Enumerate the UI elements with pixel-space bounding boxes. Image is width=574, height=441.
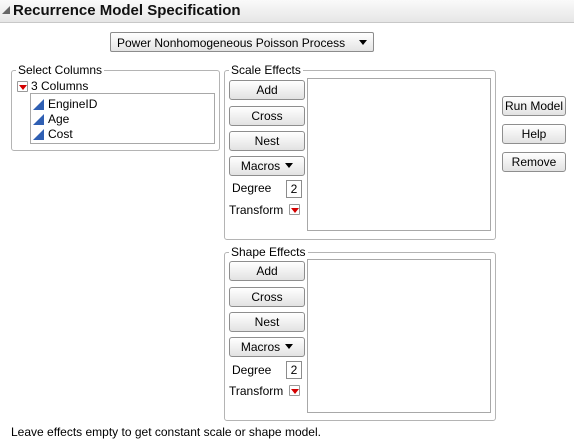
shape-effects-list[interactable] — [307, 259, 491, 413]
columns-count-label: 3 Columns — [31, 79, 89, 93]
shape-cross-button[interactable]: Cross — [229, 287, 305, 307]
shape-nest-button[interactable]: Nest — [229, 312, 305, 332]
chevron-down-icon — [359, 40, 367, 45]
model-type-dropdown[interactable]: Power Nonhomogeneous Poisson Process — [110, 32, 374, 52]
shape-degree-label: Degree — [232, 363, 272, 377]
shape-transform-red-triangle-icon[interactable] — [289, 385, 300, 396]
shape-add-button[interactable]: Add — [229, 261, 305, 281]
scale-macros-label: Macros — [240, 159, 281, 173]
chevron-down-icon — [285, 344, 294, 350]
continuous-column-icon — [33, 129, 44, 143]
shape-effects-title: Shape Effects — [229, 245, 308, 259]
model-type-selected: Power Nonhomogeneous Poisson Process — [117, 36, 346, 50]
remove-button[interactable]: Remove — [502, 152, 566, 172]
continuous-column-icon — [33, 114, 44, 128]
scale-effects-title: Scale Effects — [229, 63, 303, 77]
scale-nest-button[interactable]: Nest — [229, 131, 305, 151]
shape-degree-input[interactable]: 2 — [286, 361, 302, 379]
column-name: Cost — [48, 127, 73, 141]
footer-note: Leave effects empty to get constant scal… — [11, 425, 321, 439]
scale-degree-input[interactable]: 2 — [286, 180, 302, 198]
scale-transform-label: Transform — [229, 203, 284, 217]
window-title: Recurrence Model Specification — [13, 2, 241, 19]
continuous-column-icon — [33, 99, 44, 113]
scale-transform-red-triangle-icon[interactable] — [289, 204, 300, 215]
select-columns-title: Select Columns — [16, 63, 105, 77]
disclosure-icon[interactable] — [1, 4, 11, 16]
columns-list[interactable]: EngineID Age Cost — [30, 93, 215, 144]
chevron-down-icon — [285, 163, 294, 169]
title-bar: Recurrence Model Specification — [0, 0, 574, 23]
help-button[interactable]: Help — [502, 124, 566, 144]
run-model-button[interactable]: Run Model — [502, 96, 566, 116]
scale-cross-button[interactable]: Cross — [229, 106, 305, 126]
shape-macros-label: Macros — [240, 340, 281, 354]
columns-menu-red-triangle-icon[interactable] — [17, 81, 28, 92]
scale-effects-list[interactable] — [307, 78, 491, 231]
scale-degree-label: Degree — [232, 181, 272, 195]
scale-macros-button[interactable]: Macros — [229, 156, 305, 176]
scale-add-button[interactable]: Add — [229, 80, 305, 100]
column-name: EngineID — [48, 97, 98, 111]
shape-transform-label: Transform — [229, 384, 284, 398]
column-name: Age — [48, 112, 70, 126]
shape-macros-button[interactable]: Macros — [229, 337, 305, 357]
